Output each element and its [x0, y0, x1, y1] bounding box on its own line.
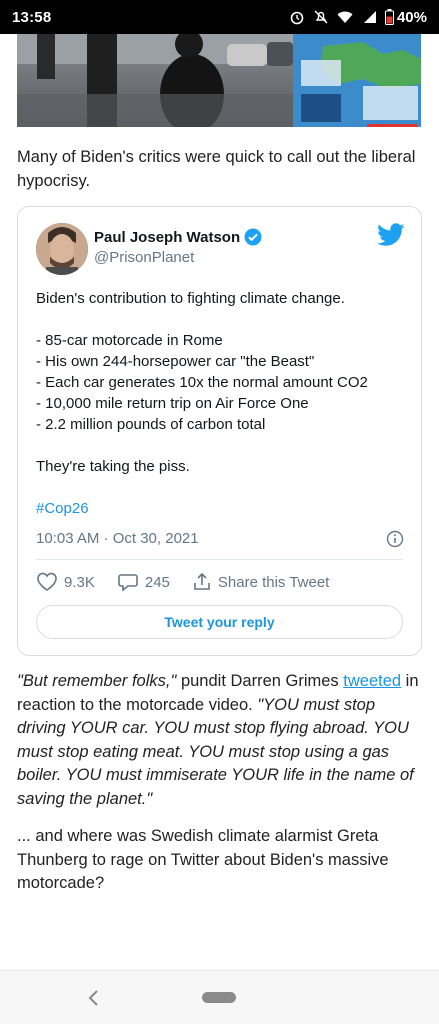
- verified-badge-icon: [244, 228, 262, 246]
- battery-icon: [384, 9, 394, 25]
- tweet-actions: 9.3K 245 Share this Tweet: [36, 572, 351, 592]
- motorcade-photo: [17, 34, 293, 127]
- tweeted-link[interactable]: tweeted: [343, 672, 401, 690]
- alarm-icon: [290, 11, 304, 25]
- article-paragraph-closing: ... and where was Swedish climate alarmi…: [17, 827, 389, 892]
- tweet-reply-button[interactable]: Tweet your reply: [36, 605, 403, 639]
- tweet-text: Biden's contribution to fighting climate…: [36, 288, 408, 519]
- tweet-author[interactable]: Paul Joseph Watson: [94, 228, 262, 246]
- tweet-line: [36, 309, 408, 330]
- battery-group: 40%: [384, 8, 427, 26]
- avatar-portrait: [36, 223, 88, 275]
- back-chevron-icon[interactable]: [87, 989, 101, 1007]
- share-icon: [194, 572, 210, 590]
- map-illustration: [293, 34, 421, 127]
- article-hero-image: [17, 34, 421, 127]
- reply-count-button[interactable]: 245: [117, 572, 170, 592]
- tweet-line: - Each car generates 10x the normal amou…: [36, 374, 368, 391]
- status-bar: 13:58 40%: [0, 0, 439, 34]
- share-label: Share this Tweet: [217, 573, 330, 591]
- tweet-line: - His own 244-horsepower car "the Beast": [36, 353, 315, 370]
- tweet-divider: [36, 559, 403, 560]
- article-paragraph-intro: Many of Biden's critics were quick to ca…: [17, 148, 416, 190]
- tweet-line: [36, 435, 408, 456]
- like-button[interactable]: 9.3K: [36, 572, 95, 592]
- quote-lead: "But remember folks,": [17, 672, 177, 690]
- tweet-line: - 85-car motorcade in Rome: [36, 332, 223, 349]
- battery-percent: 40%: [396, 8, 427, 26]
- photo-illustration: [17, 34, 293, 127]
- tweet-line: - 2.2 million pounds of carbon total: [36, 416, 266, 433]
- info-icon[interactable]: [386, 530, 404, 548]
- tweet-line: [36, 477, 408, 498]
- share-button[interactable]: Share this Tweet: [192, 572, 329, 592]
- reply-count: 245: [144, 573, 170, 591]
- twitter-bird-icon[interactable]: [377, 223, 405, 247]
- navigation-bar: [0, 970, 439, 1024]
- comment-icon: [118, 574, 138, 592]
- status-time: 13:58: [12, 8, 52, 26]
- like-count: 9.3K: [64, 573, 95, 591]
- tweet-line: Biden's contribution to fighting climate…: [36, 290, 345, 307]
- map-graphic: [293, 34, 421, 127]
- wifi-icon: [337, 11, 353, 23]
- article-paragraph-quote: "But remember folks," pundit Darren Grim…: [17, 670, 422, 811]
- embedded-tweet[interactable]: Paul Joseph Watson @PrisonPlanet Biden's…: [17, 206, 422, 656]
- home-pill[interactable]: [202, 992, 236, 1003]
- tweet-hashtag[interactable]: #Cop26: [36, 498, 408, 519]
- tweet-handle[interactable]: @PrisonPlanet: [94, 249, 194, 266]
- signal-icon: [363, 11, 376, 23]
- tweet-timestamp[interactable]: 10:03 AM · Oct 30, 2021: [36, 530, 199, 547]
- tweet-line: They're taking the piss.: [36, 458, 190, 475]
- mute-icon: [314, 10, 328, 24]
- heart-icon: [37, 572, 57, 591]
- quote-attribution: pundit Darren Grimes: [176, 672, 344, 690]
- tweet-author-name[interactable]: Paul Joseph Watson: [94, 229, 240, 246]
- tweet-line: - 10,000 mile return trip on Air Force O…: [36, 395, 309, 412]
- avatar[interactable]: [36, 223, 88, 275]
- status-icons: 40%: [289, 9, 427, 26]
